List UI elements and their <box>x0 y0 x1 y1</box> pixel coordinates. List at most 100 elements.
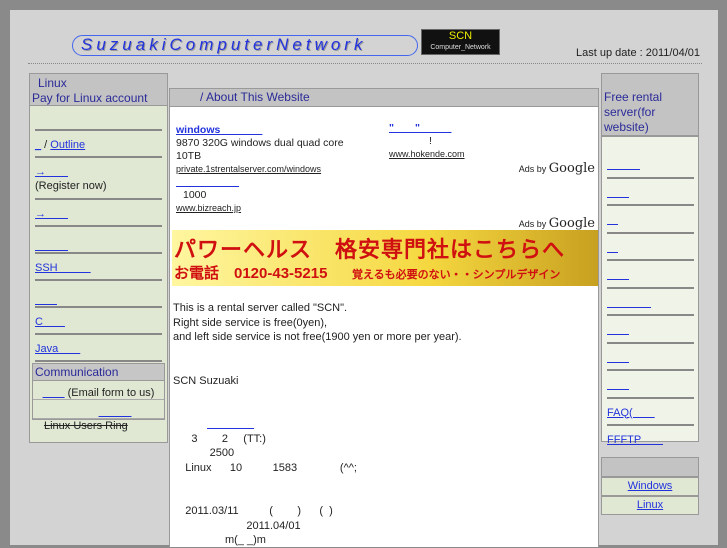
nav-link[interactable] <box>35 240 68 252</box>
right-nav-link[interactable] <box>607 352 629 364</box>
nav-note: (Register now) <box>35 180 107 192</box>
right-nav-item <box>607 206 694 234</box>
nav-link-outline[interactable]: Outline <box>50 139 85 151</box>
ad-url[interactable]: www.bizreach.jp <box>176 202 241 215</box>
right-nav-link[interactable]: FAQ( <box>607 407 655 419</box>
nav-link[interactable] <box>35 294 57 306</box>
ad-text: 9870 320G windows dual quad core <box>176 137 344 149</box>
right-nav-link[interactable] <box>607 159 640 171</box>
nav-item: → <box>35 200 162 227</box>
right-nav-item <box>607 289 694 316</box>
right-nav-link[interactable] <box>607 269 629 281</box>
right-nav-item <box>607 179 694 206</box>
nav-item <box>35 281 162 308</box>
text-line <box>173 403 462 418</box>
scn-badge[interactable]: SCN Computer_Network <box>421 29 500 55</box>
ads-by-label: Ads by <box>518 219 547 229</box>
right-nav-link[interactable]: FFFTP <box>607 434 663 446</box>
right-nav-item: FAQ( <box>607 399 694 426</box>
ad-text: 10TB <box>176 150 202 162</box>
nav-item: Java <box>35 335 162 362</box>
email-row: (Email form to us) <box>33 381 164 400</box>
linux-users-ring[interactable]: Linux Users Ring <box>35 420 162 432</box>
google-logo: Google <box>548 216 595 231</box>
comm-link[interactable] <box>99 406 132 418</box>
ad-item[interactable]: " " ! www.hokende.com <box>389 122 465 161</box>
about-text: This is a rental server called "SCN". Rig… <box>173 301 462 548</box>
ad-item[interactable]: windows 9870 320G windows dual quad core… <box>176 124 344 176</box>
banner-phone: お電話 0120-43-5215 <box>174 265 328 282</box>
right-nav-link[interactable] <box>607 324 629 336</box>
text-line: SCN Suzuaki <box>173 374 239 387</box>
text-line <box>173 490 462 505</box>
text-line: and left side service is not free(1900 y… <box>173 331 462 343</box>
text-line <box>173 345 462 360</box>
ad-text: 1000 <box>183 189 207 201</box>
right-nav-link[interactable] <box>607 214 618 226</box>
badge-sub: Computer_Network <box>430 44 491 51</box>
email-note: (Email form to us) <box>64 387 155 399</box>
windows-link[interactable]: Windows <box>628 480 673 492</box>
divider <box>28 63 702 64</box>
main-header: / About This Website <box>169 88 599 107</box>
right-nav-item <box>607 151 694 179</box>
right-nav-link[interactable] <box>607 242 618 254</box>
google-logo: Google <box>548 161 595 176</box>
nav-link-c[interactable]: C <box>35 316 65 328</box>
right-nav-item <box>607 261 694 289</box>
text-line <box>173 359 462 374</box>
linux-link[interactable]: Linux <box>637 499 663 511</box>
windows-link-row: Windows <box>601 477 699 496</box>
left-header: Linux Pay for Linux account <box>29 73 168 106</box>
nav-item <box>35 227 162 254</box>
right-nav-link[interactable] <box>607 297 651 309</box>
site-logo[interactable]: SuzuakiComputerNetwork <box>72 35 418 56</box>
linux-link-row: Linux <box>601 496 699 515</box>
nav-item: _ / Outline <box>35 131 162 158</box>
nav-link-ssh[interactable]: SSH <box>35 262 91 274</box>
email-link[interactable] <box>43 387 65 399</box>
right-nav-item <box>607 234 694 261</box>
nav-item: C <box>35 308 162 335</box>
ads-by-google[interactable]: Ads by Google <box>519 216 595 231</box>
ad-title[interactable] <box>176 176 241 189</box>
right-nav-item <box>607 316 694 344</box>
ad-url[interactable]: private.1strentalserver.com/windows <box>176 163 344 176</box>
right-box-header <box>601 457 699 477</box>
ads-by-label: Ads by <box>518 164 547 174</box>
nav-item: → (Register now) <box>35 158 162 200</box>
text-line: Right side service is free(0yen), <box>173 316 328 329</box>
main-content: windows 9870 320G windows dual quad core… <box>169 107 599 547</box>
communication-title: Communication <box>33 364 164 381</box>
separator: / <box>41 139 51 151</box>
text-line: m(_ _)m <box>173 534 266 546</box>
ad-title[interactable]: windows <box>176 124 344 137</box>
right-header: Free rental server(for website) <box>601 73 699 136</box>
right-nav-link[interactable] <box>607 379 629 391</box>
left-title: Linux <box>38 76 67 90</box>
text-line: 2011.03/11 ( ) ( ) <box>173 505 333 517</box>
nav-spacer <box>35 106 162 131</box>
text-line: 2500 <box>173 447 235 459</box>
right-nav-link[interactable] <box>607 187 629 199</box>
ads-by-google[interactable]: Ads by Google <box>519 161 595 176</box>
banner-ad[interactable]: パワーヘルス 格安専門社はこちらへ お電話 0120-43-5215 覚えるも必… <box>172 230 598 286</box>
last-update: Last up date : 2011/04/01 <box>576 47 700 59</box>
text-line[interactable] <box>173 417 462 432</box>
ad-title[interactable]: " " <box>389 122 465 135</box>
banner-headline: パワーヘルス 格安専門社はこちらへ <box>174 237 566 262</box>
ad-text: ! <box>429 135 432 147</box>
ad-item[interactable]: 1000 www.bizreach.jp <box>176 176 241 215</box>
text-line <box>173 388 462 403</box>
text-line <box>173 475 462 490</box>
nav-link-java[interactable]: Java <box>35 343 80 355</box>
text-line: 3 2 (TT:) <box>173 432 266 445</box>
ad-url[interactable]: www.hokende.com <box>389 148 465 161</box>
communication-box: Communication (Email form to us) <box>32 363 165 420</box>
nav-link[interactable]: → <box>35 208 68 220</box>
page: SuzuakiComputerNetwork SCN Computer_Netwo… <box>10 10 718 547</box>
comm-row <box>33 400 164 419</box>
nav-link-register[interactable]: → <box>35 166 68 178</box>
text-line: Linux 10 1583 (^^; <box>173 461 357 474</box>
banner-tagline: 覚えるも必要のない・・シンプルデザイン <box>352 269 561 281</box>
